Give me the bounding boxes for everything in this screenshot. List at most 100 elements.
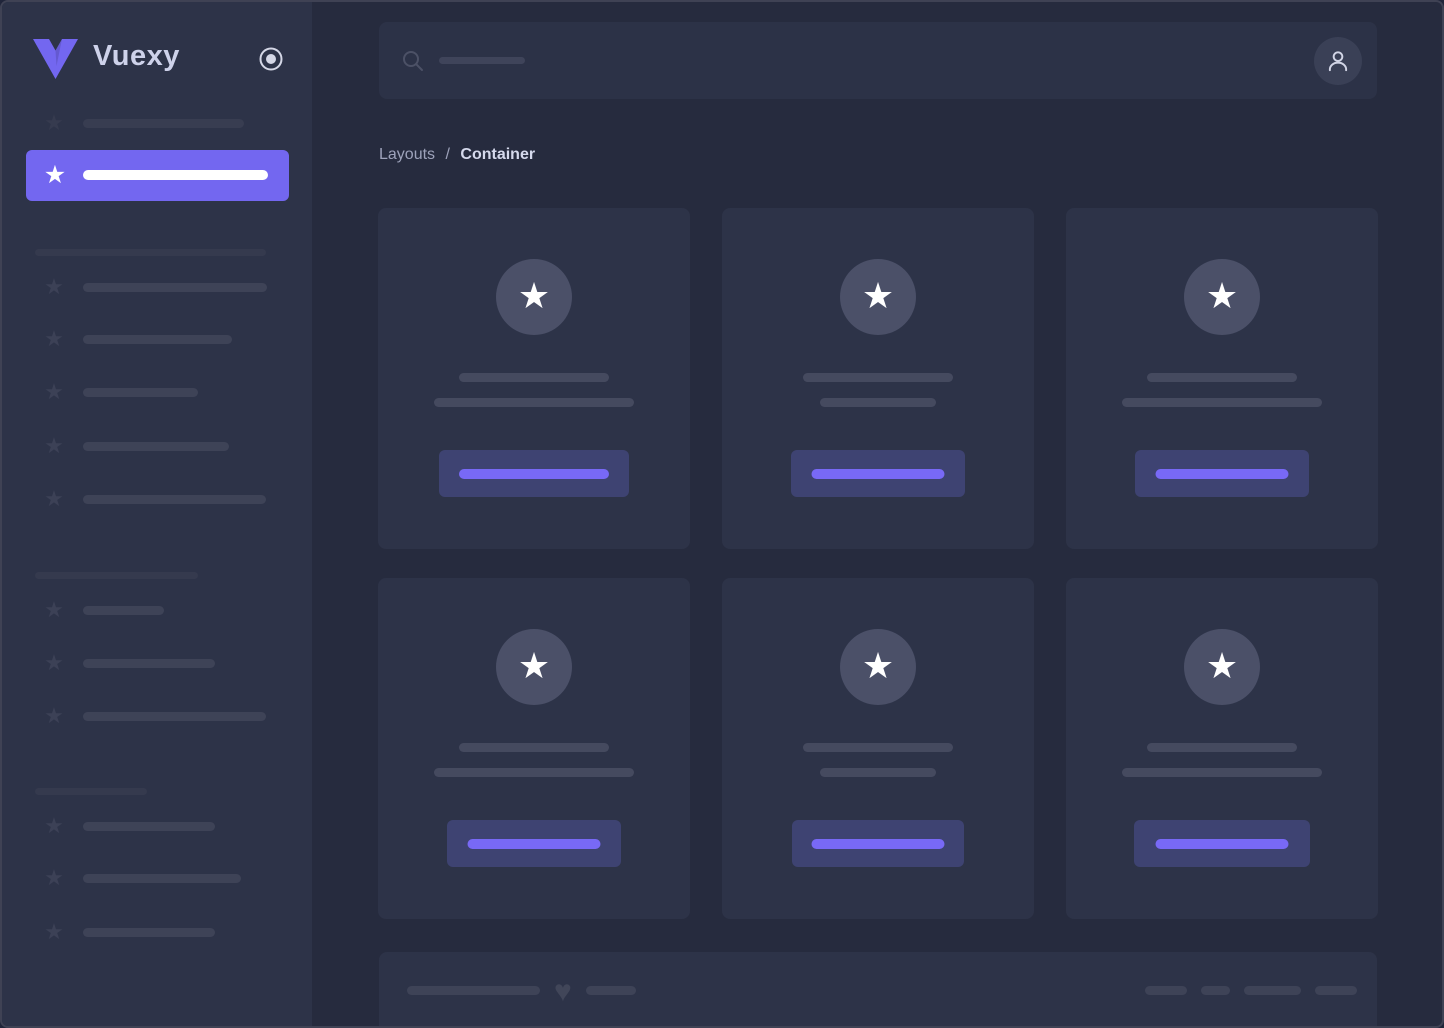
sidebar: Vuexy ★ ★ ★ ★ ★ ★ ★ ★ ★ ★ ★ ★ ★ — [2, 2, 312, 1026]
star-icon: ★ — [44, 486, 64, 511]
star-icon: ★ — [861, 274, 895, 316]
star-icon: ★ — [44, 110, 64, 135]
cards-grid: ★ ★ ★ ★ ★ ★ — [378, 208, 1378, 919]
sidebar-item[interactable]: ★ — [2, 105, 312, 141]
sidebar-item-label-skeleton — [83, 494, 266, 504]
star-icon: ★ — [517, 274, 551, 316]
breadcrumb-current: Container — [460, 146, 536, 163]
card-title-skeleton — [459, 743, 609, 752]
card-avatar-circle: ★ — [496, 629, 572, 705]
breadcrumb-separator: / — [445, 146, 450, 163]
star-icon: ★ — [44, 650, 64, 675]
star-icon: ★ — [1205, 644, 1239, 686]
sidebar-item[interactable]: ★ — [2, 428, 312, 464]
brand-name: Vuexy — [93, 40, 180, 72]
star-icon: ★ — [44, 597, 64, 622]
skeleton-card: ★ — [378, 578, 690, 919]
star-icon: ★ — [861, 644, 895, 686]
card-text-skeleton — [1122, 398, 1322, 407]
record-circle-icon[interactable] — [257, 45, 285, 73]
sidebar-item[interactable]: ★ — [2, 269, 312, 305]
star-icon: ★ — [44, 379, 64, 404]
sidebar-item[interactable]: ★ — [2, 808, 312, 844]
star-icon: ★ — [44, 703, 64, 728]
sidebar-item[interactable]: ★ — [2, 481, 312, 517]
app-window: Vuexy ★ ★ ★ ★ ★ ★ ★ ★ ★ ★ ★ ★ ★ Layouts / Contain — [0, 0, 1444, 1028]
sidebar-item-active[interactable]: ★ — [26, 150, 289, 201]
sidebar-item-label-skeleton — [83, 441, 229, 451]
star-icon: ★ — [44, 274, 64, 299]
sidebar-item[interactable]: ★ — [2, 914, 312, 950]
sidebar-item[interactable]: ★ — [2, 374, 312, 410]
sidebar-item-label-skeleton — [83, 873, 241, 883]
sidebar-item[interactable]: ★ — [2, 698, 312, 734]
skeleton-card: ★ — [722, 578, 1034, 919]
breadcrumb-link-layouts[interactable]: Layouts — [379, 146, 435, 163]
sidebar-item-label-skeleton — [83, 658, 215, 668]
sidebar-item[interactable]: ★ — [2, 592, 312, 628]
sidebar-item-label-skeleton — [83, 605, 164, 615]
footer-link-skeleton — [1244, 986, 1301, 995]
card-button-label-skeleton — [1155, 839, 1289, 849]
footer-left: ♥ — [407, 976, 636, 1006]
sidebar-item-label-skeleton — [83, 927, 215, 937]
star-icon: ★ — [44, 865, 64, 890]
skeleton-card: ★ — [1066, 578, 1378, 919]
search-bar[interactable] — [379, 22, 1377, 99]
sidebar-item[interactable]: ★ — [2, 645, 312, 681]
star-icon: ★ — [44, 919, 64, 944]
sidebar-section-header-skeleton — [35, 787, 147, 795]
card-avatar-circle: ★ — [840, 259, 916, 335]
card-button-label-skeleton — [1155, 469, 1289, 479]
card-avatar-circle: ★ — [840, 629, 916, 705]
card-title-skeleton — [1147, 373, 1297, 382]
breadcrumb: Layouts / Container — [379, 146, 535, 164]
sidebar-section-header-skeleton — [35, 248, 266, 256]
card-button-label-skeleton — [459, 469, 609, 479]
card-button-label-skeleton — [811, 839, 945, 849]
footer-link-skeleton — [1315, 986, 1357, 995]
user-avatar-button[interactable] — [1314, 36, 1362, 85]
card-title-skeleton — [803, 743, 953, 752]
card-text-skeleton — [434, 768, 634, 777]
vuexy-logo-icon — [33, 39, 78, 79]
sidebar-item[interactable]: ★ — [2, 860, 312, 896]
sidebar-item-label-skeleton — [83, 282, 267, 292]
sidebar-item-label-skeleton — [83, 170, 268, 180]
card-title-skeleton — [459, 373, 609, 382]
star-icon: ★ — [44, 813, 64, 838]
footer-text-skeleton — [407, 986, 540, 995]
card-avatar-circle: ★ — [496, 259, 572, 335]
star-icon: ★ — [1205, 274, 1239, 316]
star-icon: ★ — [44, 326, 64, 351]
sidebar-item[interactable]: ★ — [2, 321, 312, 357]
star-icon: ★ — [44, 433, 64, 458]
card-button-label-skeleton — [467, 839, 601, 849]
skeleton-card: ★ — [1066, 208, 1378, 549]
search-placeholder-skeleton — [439, 57, 525, 64]
star-icon: ★ — [517, 644, 551, 686]
footer-right — [1145, 986, 1357, 995]
footer-link-skeleton — [1145, 986, 1187, 995]
skeleton-card: ★ — [378, 208, 690, 549]
user-icon — [1328, 50, 1348, 71]
card-title-skeleton — [803, 373, 953, 382]
card-text-skeleton — [434, 398, 634, 407]
search-icon — [403, 50, 423, 71]
card-button-label-skeleton — [811, 469, 945, 479]
card-avatar-circle: ★ — [1184, 629, 1260, 705]
sidebar-item-label-skeleton — [83, 711, 266, 721]
sidebar-item-label-skeleton — [83, 821, 215, 831]
card-text-skeleton — [820, 768, 936, 777]
sidebar-section-header-skeleton — [35, 571, 198, 579]
footer: ♥ — [379, 952, 1377, 1026]
card-text-skeleton — [820, 398, 936, 407]
sidebar-item-label-skeleton — [83, 118, 244, 128]
star-icon: ★ — [43, 161, 67, 189]
card-title-skeleton — [1147, 743, 1297, 752]
card-text-skeleton — [1122, 768, 1322, 777]
sidebar-item-label-skeleton — [83, 387, 198, 397]
skeleton-card: ★ — [722, 208, 1034, 549]
sidebar-item-label-skeleton — [83, 334, 232, 344]
footer-text-skeleton — [585, 986, 636, 995]
